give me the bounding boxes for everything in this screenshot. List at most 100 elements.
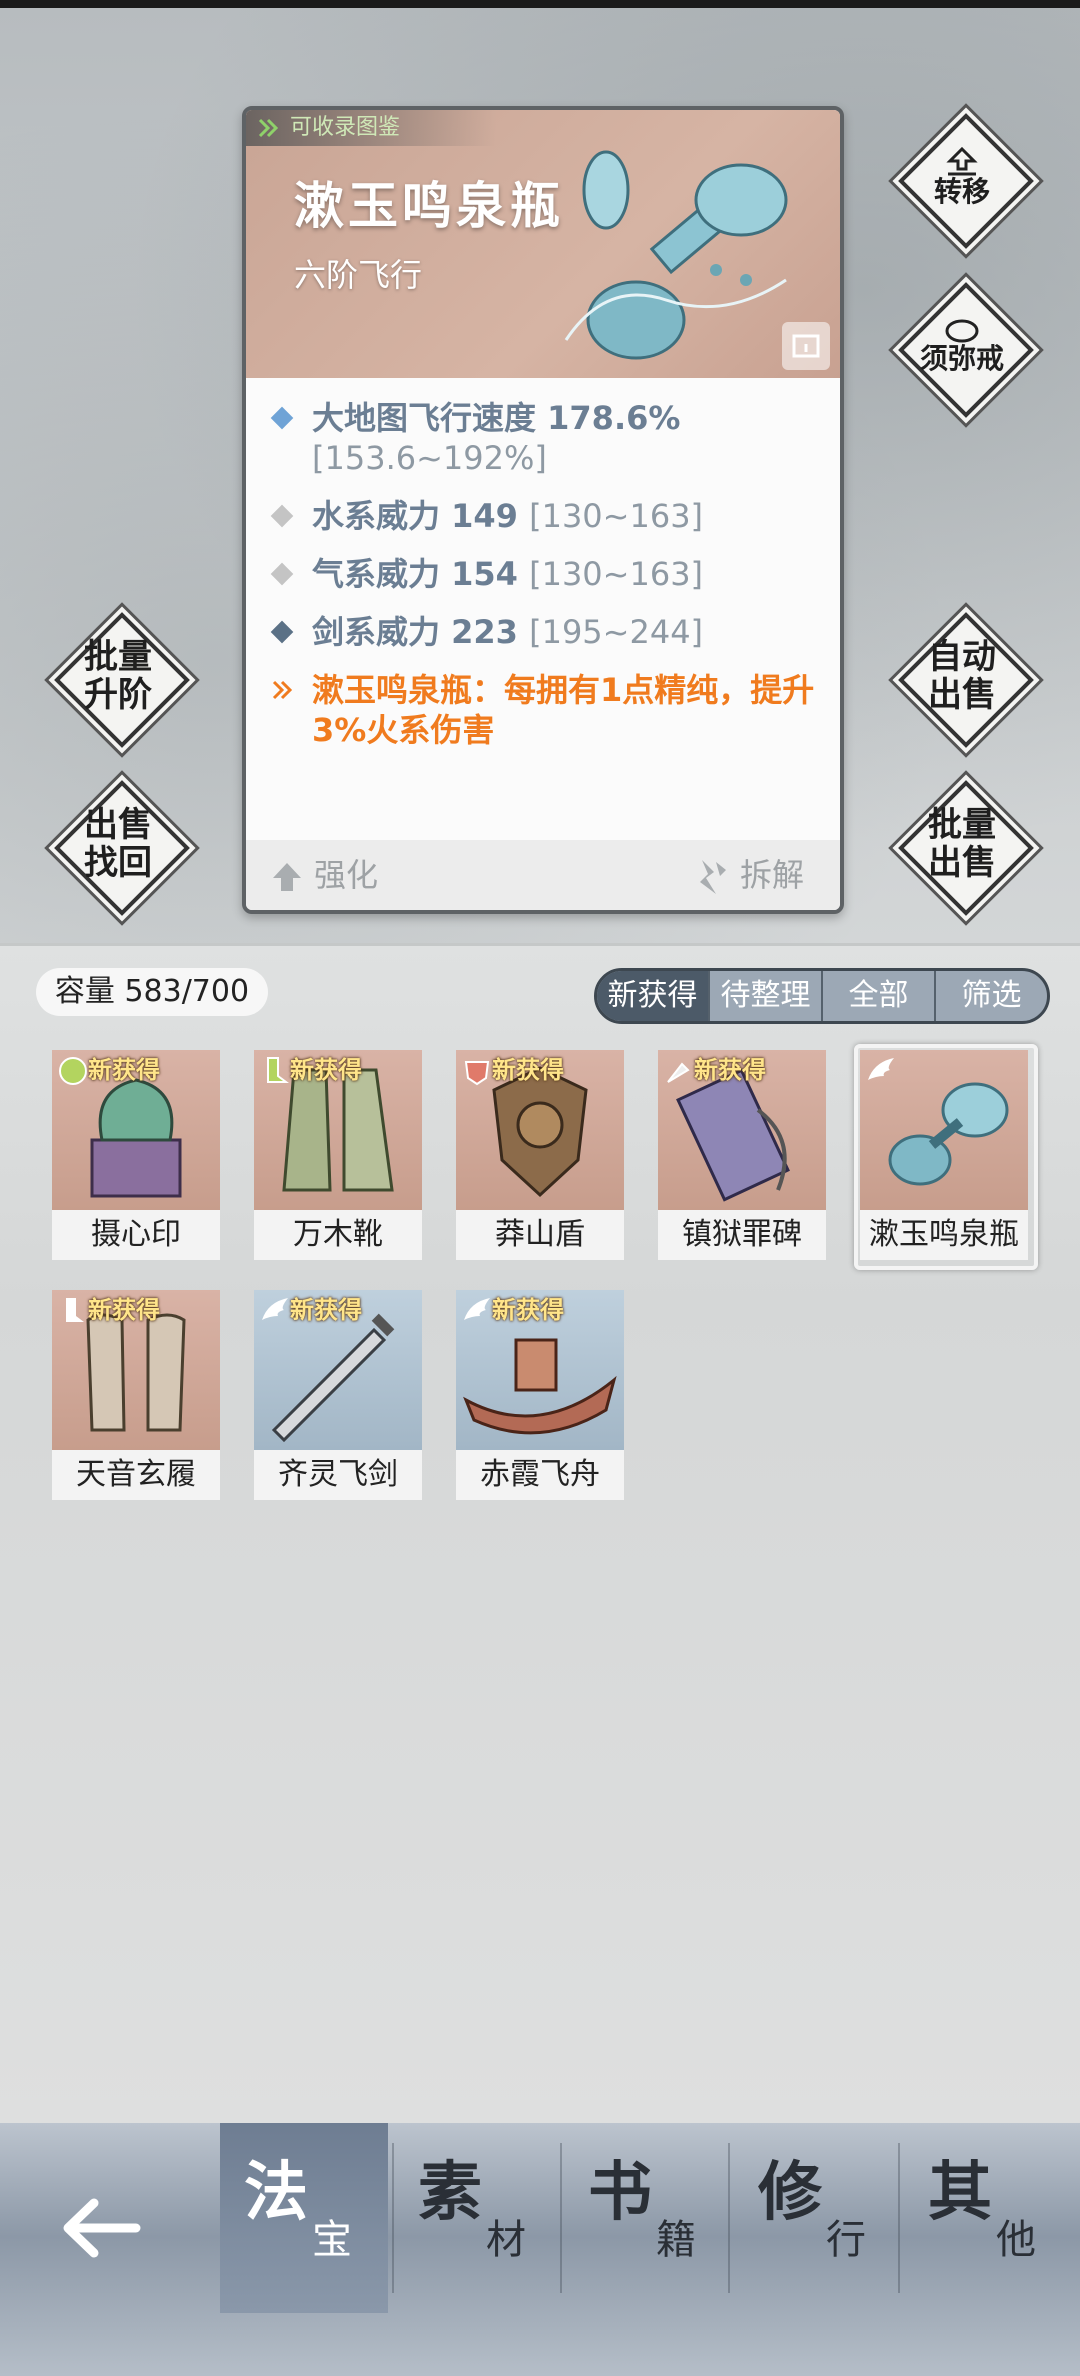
lock-icon — [792, 334, 820, 358]
stat-range: [153.6~192%] — [312, 439, 547, 477]
tab-other[interactable]: 其 他 — [904, 2123, 1072, 2313]
filter-tab-all[interactable]: 全部 — [823, 971, 936, 1021]
stat-range: [195~244] — [529, 613, 704, 651]
batch-sell-label-1: 批量 — [928, 805, 996, 845]
vase-illustration — [564, 150, 788, 360]
new-tag: 新获得 — [290, 1056, 362, 1084]
lock-button[interactable] — [782, 322, 830, 370]
wing-icon — [262, 1298, 288, 1320]
stat-value: 水系威力 149 — [312, 497, 518, 535]
inventory-item[interactable]: 新获得 万木靴 — [254, 1050, 422, 1260]
stat-value: 大地图飞行速度 178.6% — [312, 399, 681, 437]
stat-row: 剑系威力 223 [195~244] — [246, 612, 840, 652]
diamond-icon — [270, 620, 294, 644]
item-name-label: 赤霞飞舟 — [456, 1450, 624, 1500]
dismantle-button[interactable]: 拆解 — [696, 840, 804, 910]
diamond-icon — [270, 406, 294, 430]
special-effect-text: 漱玉鸣泉瓶：每拥有1点精纯，提升3%火系伤害 — [312, 671, 815, 749]
item-detail-card: 可收录图鉴 漱玉鸣泉瓶 六阶飞行 大地图飞行速度 178.6% [153.6~1… — [242, 106, 844, 914]
item-name-label: 摄心印 — [52, 1210, 220, 1260]
stat-row: 大地图飞行速度 178.6% [153.6~192%] — [246, 398, 840, 478]
inventory-item[interactable]: 新获得 天音玄履 — [52, 1290, 220, 1500]
stat-range: [130~163] — [529, 555, 704, 593]
diamond-icon — [270, 504, 294, 528]
category-badge-icon — [59, 1057, 87, 1085]
inventory-item[interactable]: 新获得 齐灵飞剑 — [254, 1290, 422, 1500]
new-tag: 新获得 — [492, 1056, 564, 1084]
stat-value: 气系威力 154 — [312, 555, 518, 593]
stat-range: [130~163] — [529, 497, 704, 535]
stats-list: 大地图飞行速度 178.6% [153.6~192%] 水系威力 149 [13… — [246, 380, 840, 750]
tab-books[interactable]: 书 籍 — [564, 2123, 732, 2313]
item-title: 漱玉鸣泉瓶 — [294, 176, 564, 235]
filter-tab-pending[interactable]: 待整理 — [710, 971, 823, 1021]
item-name-label: 镇狱罪碑 — [658, 1210, 826, 1260]
ring-button[interactable]: 须弥戒 — [898, 282, 1034, 418]
status-bar — [0, 0, 1080, 8]
batch-upgrade-label-2: 升阶 — [84, 675, 152, 715]
collectible-tag: 可收录图鉴 — [246, 110, 496, 146]
filter-tabs: 新获得 待整理 全部 筛选 — [594, 968, 1050, 1024]
item-name-label: 齐灵飞剑 — [254, 1450, 422, 1500]
ring-icon — [945, 319, 979, 343]
category-badge-icon — [464, 1061, 490, 1086]
auto-sell-button[interactable]: 自动 出售 — [898, 612, 1034, 748]
wing-icon — [464, 1298, 490, 1320]
card-footer: 强化 拆解 — [246, 840, 840, 910]
new-tag: 新获得 — [290, 1296, 362, 1324]
category-badge-icon — [667, 1062, 690, 1083]
inventory-item-selected[interactable]: 漱玉鸣泉瓶 — [854, 1044, 1038, 1270]
inventory-item[interactable]: 新获得 莽山盾 — [456, 1050, 624, 1260]
enhance-button[interactable]: 强化 — [270, 840, 378, 910]
batch-upgrade-button[interactable]: 批量 升阶 — [54, 612, 190, 748]
arrow-up-icon — [273, 863, 301, 891]
sell-retrieve-button[interactable]: 出售 找回 — [54, 780, 190, 916]
tab-treasure[interactable]: 法 宝 — [220, 2123, 388, 2313]
ring-label: 须弥戒 — [919, 342, 1004, 375]
card-header: 可收录图鉴 漱玉鸣泉瓶 六阶飞行 — [246, 110, 840, 378]
tab-cultivation[interactable]: 修 行 — [734, 2123, 902, 2313]
shatter-icon — [700, 860, 726, 894]
dismantle-label: 拆解 — [740, 856, 805, 894]
new-tag: 新获得 — [88, 1296, 160, 1324]
item-name-label: 莽山盾 — [456, 1210, 624, 1260]
transfer-button[interactable]: 转移 — [898, 113, 1034, 249]
category-badge-icon — [66, 1298, 84, 1322]
sell-retrieve-label-1: 出售 — [84, 805, 152, 845]
filter-tab-new[interactable]: 新获得 — [597, 971, 710, 1021]
tab-materials[interactable]: 素 材 — [394, 2123, 562, 2313]
wing-icon — [868, 1058, 894, 1080]
batch-sell-label-2: 出售 — [928, 843, 996, 883]
special-effect: 漱玉鸣泉瓶：每拥有1点精纯，提升3%火系伤害 — [246, 670, 840, 750]
new-tag: 新获得 — [492, 1296, 564, 1324]
batch-sell-button[interactable]: 批量 出售 — [898, 780, 1034, 916]
diamond-icon — [270, 562, 294, 586]
upload-icon — [946, 147, 978, 176]
capacity-badge: 容量 583/700 — [36, 968, 268, 1016]
filter-tab-filter[interactable]: 筛选 — [936, 971, 1047, 1021]
back-arrow-icon[interactable] — [56, 2183, 146, 2273]
item-name-label: 漱玉鸣泉瓶 — [860, 1210, 1028, 1260]
stat-row: 水系威力 149 [130~163] — [246, 496, 840, 536]
new-tag: 新获得 — [694, 1056, 766, 1084]
auto-sell-label-2: 出售 — [928, 675, 996, 715]
new-tag: 新获得 — [88, 1056, 160, 1084]
stat-value: 剑系威力 223 — [312, 613, 518, 651]
category-badge-icon — [267, 1057, 289, 1083]
sell-retrieve-label-2: 找回 — [84, 843, 152, 883]
stat-row: 气系威力 154 [130~163] — [246, 554, 840, 594]
item-name-label: 天音玄履 — [52, 1450, 220, 1500]
batch-upgrade-label-1: 批量 — [84, 637, 152, 677]
transfer-label: 转移 — [933, 175, 990, 208]
enhance-label: 强化 — [314, 856, 379, 894]
collect-icon — [258, 118, 279, 138]
inventory-item[interactable]: 新获得 赤霞飞舟 — [456, 1290, 624, 1500]
effect-icon — [272, 680, 293, 700]
inventory-item[interactable]: 新获得 镇狱罪碑 — [658, 1050, 826, 1260]
bottom-nav: 法 宝 素 材 书 籍 修 行 其 他 — [0, 2123, 1080, 2376]
item-subtitle: 六阶飞行 — [294, 256, 423, 294]
collectible-tag-label: 可收录图鉴 — [290, 115, 401, 140]
auto-sell-label-1: 自动 — [928, 637, 996, 677]
inventory-item[interactable]: 新获得 摄心印 — [52, 1050, 220, 1260]
item-name-label: 万木靴 — [254, 1210, 422, 1260]
